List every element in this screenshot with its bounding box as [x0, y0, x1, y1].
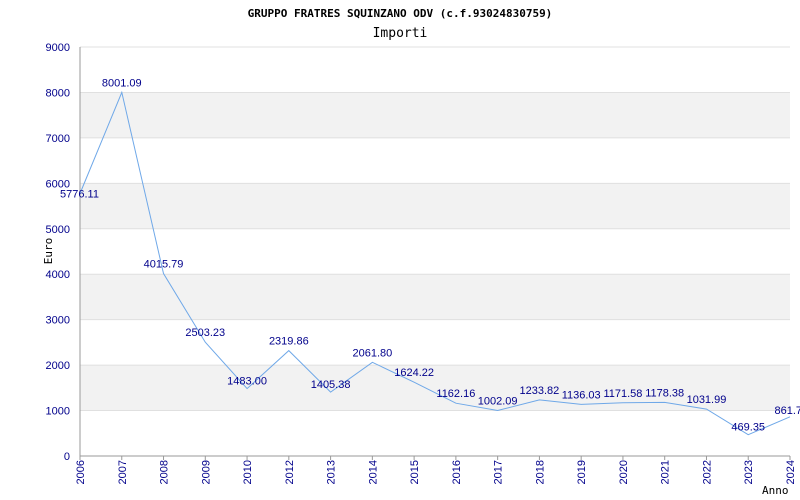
- x-tick-label: 2021: [660, 460, 672, 484]
- y-tick-label: 0: [64, 451, 70, 463]
- y-tick-label: 7000: [46, 133, 70, 145]
- x-tick-label: 2019: [576, 460, 588, 484]
- x-tick-label: 2016: [451, 460, 463, 484]
- data-label: 4015.79: [144, 259, 184, 271]
- data-label: 1233.82: [520, 385, 560, 397]
- x-tick-label: 2022: [701, 460, 713, 484]
- data-label: 1624.22: [394, 367, 434, 379]
- x-tick-label: 2023: [743, 460, 755, 484]
- x-tick-label: 2014: [367, 460, 379, 484]
- data-label: 8001.09: [102, 77, 142, 89]
- x-tick-label: 2024: [785, 460, 797, 484]
- data-label: 1483.00: [227, 376, 267, 388]
- x-tick-label: 2020: [618, 460, 630, 484]
- data-label: 5776.11: [60, 189, 99, 201]
- x-axis-ticks: 2006 2007 2008 2009 2010 2012 2013 2014 2015 2016…: [75, 456, 797, 484]
- data-label: 1002.09: [478, 395, 518, 407]
- data-label: 1031.99: [687, 394, 727, 406]
- plot-band: [80, 92, 790, 138]
- data-label: 1162.16: [436, 388, 475, 400]
- x-tick-label: 2018: [534, 460, 546, 484]
- plot-band: [80, 274, 790, 320]
- y-tick-label: 5000: [46, 224, 70, 236]
- data-label: 1178.38: [645, 387, 684, 399]
- plot-band: [80, 183, 790, 229]
- y-tick-label: 1000: [46, 406, 70, 418]
- x-tick-label: 2007: [117, 460, 129, 484]
- y-tick-label: 2000: [46, 360, 70, 372]
- data-label: 1171.58: [603, 388, 642, 400]
- x-tick-label: 2010: [242, 460, 254, 484]
- data-label: 2061.80: [352, 347, 392, 359]
- x-axis-label: Anno: [762, 484, 789, 497]
- y-tick-label: 9000: [46, 42, 70, 54]
- y-tick-label: 4000: [46, 269, 70, 281]
- data-label: 2503.23: [185, 327, 225, 339]
- x-tick-label: 2008: [159, 460, 171, 484]
- x-tick-label: 2015: [409, 460, 421, 484]
- x-tick-label: 2006: [75, 460, 87, 484]
- data-label: 1405.38: [311, 379, 351, 391]
- x-tick-label: 2012: [284, 460, 296, 484]
- data-label: 469.35: [731, 422, 765, 434]
- data-label: 1136.03: [562, 389, 601, 401]
- chart-subtitle: Importi: [373, 26, 428, 41]
- y-axis-label: Euro: [42, 238, 55, 265]
- y-tick-label: 3000: [46, 315, 70, 327]
- y-tick-label: 8000: [46, 87, 70, 99]
- data-label: 2319.86: [269, 336, 309, 348]
- data-label: 861.7: [774, 405, 800, 417]
- x-tick-label: 2017: [493, 460, 505, 484]
- x-tick-label: 2013: [326, 460, 338, 484]
- chart-title: GRUPPO FRATRES SQUINZANO ODV (c.f.930248…: [248, 7, 553, 20]
- x-tick-label: 2009: [200, 460, 212, 484]
- plot-background-bands: [80, 92, 790, 411]
- line-chart: GRUPPO FRATRES SQUINZANO ODV (c.f.930248…: [42, 7, 800, 497]
